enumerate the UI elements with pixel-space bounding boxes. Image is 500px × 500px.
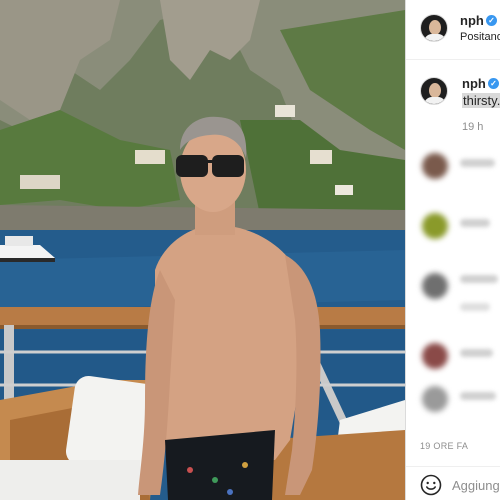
caption-avatar[interactable] (420, 77, 448, 105)
comment-item (406, 145, 500, 185)
divider (406, 466, 500, 467)
comment-item (406, 205, 500, 245)
header-username[interactable]: nph (460, 13, 484, 28)
caption-text: thirsty. (462, 93, 500, 108)
avatar[interactable] (420, 14, 448, 42)
comment-item (406, 265, 500, 311)
location-link[interactable]: Positano (460, 31, 500, 43)
verified-badge-icon: ✓ (488, 78, 499, 89)
caption-timestamp[interactable]: 19 h (462, 121, 483, 133)
comment-input[interactable] (452, 474, 500, 496)
comment-item (406, 380, 500, 420)
post-photo[interactable] (0, 0, 405, 500)
comment-item (406, 335, 500, 375)
verified-badge-icon: ✓ (486, 15, 497, 26)
post-image (0, 0, 405, 500)
post-date[interactable]: 19 ORE FA (420, 441, 468, 451)
emoji-smiley-icon[interactable] (420, 474, 442, 496)
post-sidebar: nph ✓ Positano nph ✓ thirsty. 19 h 19 OR… (405, 0, 500, 500)
caption-username[interactable]: nph (462, 76, 486, 91)
post-header: nph ✓ Positano (406, 0, 500, 60)
